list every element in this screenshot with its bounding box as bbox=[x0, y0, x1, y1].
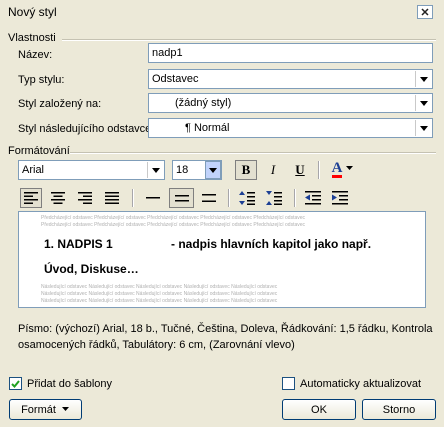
font-color-icon: A bbox=[331, 159, 343, 178]
preview-heading-number: 1. NADPIS 1 bbox=[44, 237, 113, 251]
align-left-button[interactable] bbox=[20, 188, 42, 208]
close-icon: ✕ bbox=[420, 6, 430, 19]
decrease-indent-icon bbox=[305, 191, 321, 205]
align-justify-icon bbox=[105, 192, 119, 204]
toolbar-separator bbox=[318, 161, 320, 179]
preview-following-paragraph: Následující odstavec Následující odstave… bbox=[41, 298, 278, 304]
based-on-select[interactable]: (žádný styl) bbox=[148, 93, 433, 113]
line-spacing-double-icon bbox=[202, 194, 216, 202]
align-justify-button[interactable] bbox=[101, 188, 123, 208]
format-button-label: Formát bbox=[21, 403, 56, 416]
space-before-icon bbox=[239, 191, 255, 205]
chevron-down-icon bbox=[61, 406, 69, 411]
checkbox-unchecked-icon[interactable] bbox=[282, 377, 295, 390]
align-left-icon bbox=[24, 192, 38, 204]
chevron-down-icon[interactable] bbox=[415, 71, 431, 87]
space-after-button[interactable] bbox=[263, 188, 285, 208]
based-on-label: Styl založený na: bbox=[18, 98, 102, 110]
bold-button[interactable]: B bbox=[235, 160, 257, 180]
name-label: Název: bbox=[18, 49, 53, 61]
space-before-button[interactable] bbox=[236, 188, 258, 208]
close-button[interactable]: ✕ bbox=[417, 5, 433, 19]
align-right-button[interactable] bbox=[74, 188, 96, 208]
chevron-down-icon[interactable] bbox=[147, 162, 163, 178]
style-description: Písmo: (výchozí) Arial, 18 b., Tučné, Če… bbox=[18, 323, 433, 351]
line-spacing-double-button[interactable] bbox=[198, 188, 220, 208]
decrease-indent-button[interactable] bbox=[302, 188, 324, 208]
toolbar-separator bbox=[132, 189, 134, 207]
chevron-down-icon[interactable] bbox=[205, 161, 221, 179]
ok-button-label: OK bbox=[311, 403, 327, 416]
underline-icon: U bbox=[295, 162, 305, 177]
preview-heading-text: - nadpis hlavních kapitol jako např. bbox=[171, 237, 372, 251]
preview-following-paragraph: Následující odstavec Následující odstave… bbox=[41, 291, 278, 297]
font-value: Arial bbox=[22, 164, 45, 176]
checkbox-checked-icon[interactable] bbox=[9, 377, 22, 390]
increase-indent-icon bbox=[332, 191, 348, 205]
font-select[interactable]: Arial bbox=[18, 160, 165, 180]
italic-icon: I bbox=[270, 162, 276, 177]
auto-update-checkbox[interactable]: Automaticky aktualizovat bbox=[282, 377, 421, 390]
align-center-button[interactable] bbox=[47, 188, 69, 208]
chevron-down-icon[interactable] bbox=[415, 95, 431, 111]
align-center-icon bbox=[51, 192, 65, 204]
add-to-template-checkbox[interactable]: Přidat do šablony bbox=[9, 377, 112, 390]
properties-divider bbox=[62, 39, 436, 41]
underline-button[interactable]: U bbox=[289, 160, 311, 180]
formatting-section-label: Formátování bbox=[8, 145, 70, 157]
ok-button[interactable]: OK bbox=[282, 399, 356, 420]
preview-previous-paragraph: Předcházející odstavec Předcházející ods… bbox=[41, 222, 306, 228]
bold-icon: B bbox=[241, 162, 251, 177]
name-input[interactable]: nadp1 bbox=[148, 43, 433, 63]
toolbar-separator bbox=[228, 189, 230, 207]
align-right-icon bbox=[78, 192, 92, 204]
format-button[interactable]: Formát bbox=[9, 399, 82, 420]
checkmark-icon bbox=[11, 379, 20, 388]
properties-section-label: Vlastnosti bbox=[8, 32, 56, 44]
preview-following-paragraph: Následující odstavec Následující odstave… bbox=[41, 284, 278, 290]
type-label: Typ stylu: bbox=[18, 74, 65, 86]
line-spacing-single-icon bbox=[146, 197, 160, 199]
italic-button[interactable]: I bbox=[262, 160, 284, 180]
name-value: nadp1 bbox=[152, 47, 183, 59]
preview-heading-continuation: Úvod, Diskuse… bbox=[44, 262, 139, 276]
type-select[interactable]: Odstavec bbox=[148, 69, 433, 89]
auto-update-label: Automaticky aktualizovat bbox=[300, 377, 422, 390]
toolbar-separator bbox=[294, 189, 296, 207]
formatting-divider bbox=[70, 152, 436, 154]
font-color-button[interactable]: A bbox=[326, 159, 360, 179]
line-spacing-single-button[interactable] bbox=[142, 188, 164, 208]
next-style-label: Styl následujícího odstavce: bbox=[18, 123, 155, 135]
next-style-select[interactable]: ¶ Normál bbox=[148, 118, 433, 138]
based-on-value: (žádný styl) bbox=[175, 97, 232, 109]
type-value: Odstavec bbox=[152, 73, 199, 85]
line-spacing-one-half-button[interactable] bbox=[169, 188, 194, 208]
title-bar: Nový styl ✕ bbox=[0, 0, 444, 24]
style-preview: Předcházející odstavec Předcházející ods… bbox=[18, 211, 426, 308]
space-after-icon bbox=[266, 191, 282, 205]
window-title: Nový styl bbox=[8, 5, 57, 19]
font-size-select[interactable]: 18 bbox=[172, 160, 222, 180]
cancel-button-label: Storno bbox=[382, 403, 416, 416]
preview-previous-paragraph: Předcházející odstavec Předcházející ods… bbox=[41, 215, 306, 221]
font-size-value: 18 bbox=[176, 164, 189, 176]
next-style-value: ¶ Normál bbox=[185, 122, 230, 134]
increase-indent-button[interactable] bbox=[329, 188, 351, 208]
cancel-button[interactable]: Storno bbox=[362, 399, 436, 420]
add-to-template-label: Přidat do šablony bbox=[27, 377, 112, 390]
line-spacing-one-half-icon bbox=[174, 195, 189, 202]
chevron-down-icon bbox=[346, 166, 354, 170]
chevron-down-icon[interactable] bbox=[415, 120, 431, 136]
